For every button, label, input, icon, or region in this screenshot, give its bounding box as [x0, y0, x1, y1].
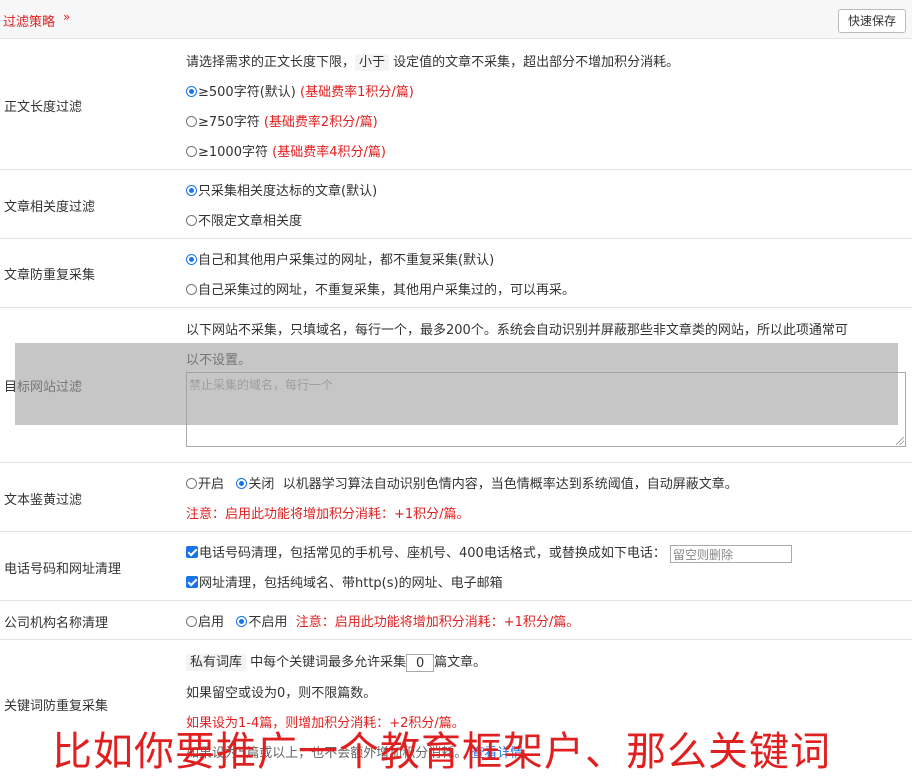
section-title[interactable]: 过滤策略: [3, 11, 55, 30]
strategy-header: 过滤策略 » 快速保存: [0, 0, 912, 39]
less-than-chip: 小于: [355, 54, 390, 71]
phone-cleaning-label: 电话号码和网址清理: [4, 562, 122, 577]
radio-icon[interactable]: [186, 284, 197, 295]
site-filter-label: 目标网站过滤: [4, 380, 83, 395]
radio-icon[interactable]: [186, 116, 197, 127]
porn-note: 注意：启用此功能将增加积分消耗：+1积分/篇。: [186, 507, 470, 522]
porn-filter-label: 文本鉴黄过滤: [4, 493, 83, 508]
checkbox-checked-icon[interactable]: [186, 576, 198, 588]
replace-phone-input[interactable]: 留空则删除: [669, 544, 792, 563]
keyword-line2: 如果留空或设为0，则不限篇数。: [186, 686, 377, 701]
length-option-1000[interactable]: ≥1000字符 (基础费率4积分/篇): [186, 141, 386, 160]
radio-icon[interactable]: [186, 478, 197, 489]
relevance-option-qualified[interactable]: 只采集相关度达标的文章(默认): [186, 180, 377, 199]
radio-selected-icon[interactable]: [186, 86, 197, 97]
org-cleaning-label: 公司机构名称清理: [4, 616, 109, 631]
radio-selected-icon[interactable]: [186, 254, 197, 265]
video-subtitle: 比如你要推广一个教育框架户、那么关键词: [52, 729, 831, 775]
length-option-500[interactable]: ≥500字符(默认) (基础费率1积分/篇): [186, 81, 414, 100]
radio-icon[interactable]: [186, 215, 197, 226]
length-filter-label: 正文长度过滤: [4, 100, 83, 115]
site-desc-line1: 以下网站不采集，只填域名，每行一个，最多200个。系统会自动识别并屏蔽那些非文章…: [186, 323, 848, 338]
dedup-option-self[interactable]: 自己采集过的网址，不重复采集，其他用户采集过的，可以再采。: [186, 279, 575, 298]
phone-clean-option[interactable]: 电话号码清理，包括常见的手机号、座机号、400电话格式，或替换成如下电话： 留空…: [186, 542, 792, 563]
org-off[interactable]: 不启用: [248, 615, 287, 630]
org-options: 启用 不启用 注意：启用此功能将增加积分消耗：+1积分/篇。: [186, 611, 579, 630]
chevron-down-icon[interactable]: »: [63, 10, 70, 24]
length-desc: 请选择需求的正文长度下限， 小于 设定值的文章不采集，超出部分不增加积分消耗。: [186, 54, 680, 71]
org-on[interactable]: 启用: [198, 615, 224, 630]
relevance-option-unlimited[interactable]: 不限定文章相关度: [186, 210, 302, 229]
keyword-dedup-label: 关键词防重复采集: [4, 699, 109, 714]
radio-selected-icon[interactable]: [236, 478, 248, 489]
dedup-option-all[interactable]: 自己和其他用户采集过的网址，都不重复采集(默认): [186, 249, 494, 268]
porn-on[interactable]: 开启: [198, 477, 224, 492]
quick-save-button[interactable]: 快速保存: [837, 9, 906, 33]
keyword-limit-line: 私有词库 中每个关键词最多允许采集 0 篇文章。: [186, 651, 486, 672]
radio-icon[interactable]: [186, 616, 197, 627]
relevance-row: 文章相关度过滤: [0, 170, 912, 239]
textarea-placeholder: 禁止采集的域名，每行一个: [189, 378, 334, 392]
private-lexicon-chip[interactable]: 私有词库: [186, 654, 247, 671]
max-articles-input[interactable]: 0: [406, 653, 435, 672]
relevance-label: 文章相关度过滤: [4, 200, 96, 215]
radio-selected-icon[interactable]: [186, 185, 197, 196]
resize-handle-icon[interactable]: [896, 437, 904, 445]
url-clean-option[interactable]: 网址清理，包括纯域名、带http(s)的网址、电子邮箱: [186, 572, 503, 591]
porn-off[interactable]: 关闭: [248, 477, 274, 492]
length-option-750[interactable]: ≥750字符 (基础费率2积分/篇): [186, 111, 378, 130]
porn-options: 开启 关闭 以机器学习算法自动识别色情内容，当色情概率达到系统阈值，自动屏蔽文章…: [186, 473, 738, 492]
blocked-domains-textarea[interactable]: 禁止采集的域名，每行一个: [186, 372, 906, 447]
checkbox-checked-icon[interactable]: [186, 546, 198, 558]
radio-selected-icon[interactable]: [236, 616, 248, 627]
dedup-label: 文章防重复采集: [4, 268, 96, 283]
radio-icon[interactable]: [186, 146, 197, 157]
site-desc-line2: 以不设置。: [186, 353, 252, 368]
